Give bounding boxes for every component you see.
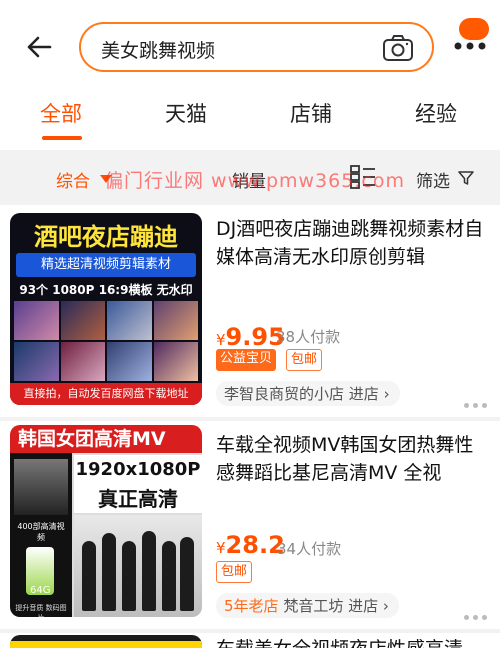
thumbnail-footer: 直接拍，自动发百度网盘下载地址 — [10, 383, 202, 405]
shop-name: 梵音工坊 — [283, 597, 344, 615]
watermark: 偏门行业网 www.pmw365.com — [104, 170, 405, 192]
thumbnail-hd-label: 真正高清 — [98, 487, 178, 511]
search-results-page: 美女跳舞视频 全部 天猫 店铺 经验 综合 销量 筛选 偏门行业网 www.pm… — [0, 0, 500, 648]
shop-link[interactable]: 李智良商贸的小店 进店 › — [216, 381, 400, 406]
tab-experience[interactable]: 经验 — [415, 98, 457, 128]
camera-icon[interactable] — [382, 34, 414, 62]
back-arrow-icon[interactable] — [22, 30, 56, 64]
product-price: ¥28.2 — [216, 531, 285, 559]
thumbnail-collage — [14, 301, 198, 381]
search-input[interactable]: 美女跳舞视频 — [79, 22, 434, 72]
thumbnail-banner — [10, 641, 202, 648]
active-tab-indicator — [42, 136, 82, 140]
more-options-icon[interactable] — [464, 605, 492, 620]
sort-comprehensive[interactable]: 综合 — [56, 167, 90, 192]
charity-tag: 公益宝贝 — [216, 349, 277, 371]
thumbnail-specs: 93个 1080P 16:9横板 无水印 — [19, 283, 193, 297]
shop-name: 李智良商贸的小店 — [224, 385, 345, 403]
free-shipping-tag: 包邮 — [216, 561, 253, 583]
product-thumbnail[interactable]: 酒吧夜店蹦迪 精选超清视频剪辑素材 93个 1080P 16:9横板 无水印 直… — [10, 213, 202, 405]
thumbnail-photo — [14, 459, 68, 515]
usb-capacity: 64G — [30, 585, 51, 596]
product-thumbnail[interactable]: 韩国女团高清MV 400部高清视频 64G 提升音质 数码图片 1920x108… — [10, 425, 202, 617]
product-title[interactable]: DJ酒吧夜店蹦迪跳舞视频素材自媒体高清无水印原创剪辑 — [216, 215, 492, 271]
product-thumbnail[interactable] — [10, 635, 202, 648]
thumbnail-subtitle: 精选超清视频剪辑素材 — [16, 253, 196, 277]
thumbnail-title: 酒吧夜店蹦迪 — [34, 223, 178, 251]
tab-shops[interactable]: 店铺 — [290, 98, 332, 128]
thumbnail-caption-bottom: 提升音质 数码图片 — [15, 604, 67, 617]
sold-count: 38人付款 — [276, 328, 341, 346]
filter-funnel-icon[interactable] — [458, 170, 474, 186]
tab-all[interactable]: 全部 — [40, 98, 82, 128]
product-card[interactable]: 韩国女团高清MV 400部高清视频 64G 提升音质 数码图片 1920x108… — [0, 421, 500, 629]
sold-count: 34人付款 — [277, 540, 342, 558]
product-card[interactable]: 车载美女全视频夜店性感高清 — [0, 633, 500, 648]
category-tabs: 全部 天猫 店铺 经验 — [0, 92, 500, 142]
enter-shop-label: 进店 — [348, 597, 379, 615]
search-query: 美女跳舞视频 — [101, 40, 216, 62]
filter-button[interactable]: 筛选 — [416, 167, 450, 192]
thumbnail-title: 韩国女团高清MV — [10, 425, 202, 453]
product-title[interactable]: 车载全视频MV韩国女团热舞性感舞蹈比基尼高清MV 全视 — [216, 431, 492, 487]
product-title[interactable]: 车载美女全视频夜店性感高清 — [216, 635, 492, 648]
more-icon[interactable] — [450, 36, 490, 56]
enter-shop-label: 进店 — [348, 385, 379, 403]
product-price: ¥9.95 — [216, 323, 285, 351]
chevron-right-icon: › — [382, 597, 389, 615]
thumbnail-left-panel: 400部高清视频 64G 提升音质 数码图片 — [10, 453, 72, 617]
thumbnail-dancers — [74, 515, 202, 617]
product-card[interactable]: 酒吧夜店蹦迪 精选超清视频剪辑素材 93个 1080P 16:9横板 无水印 直… — [0, 205, 500, 417]
shop-age-badge: 5年老店 — [224, 597, 279, 615]
chevron-right-icon: › — [383, 385, 390, 403]
free-shipping-tag: 包邮 — [286, 349, 323, 371]
more-options-icon[interactable] — [464, 393, 492, 408]
tab-tmall[interactable]: 天猫 — [165, 98, 207, 128]
thumbnail-resolution: 1920x1080P — [75, 459, 201, 480]
header: 美女跳舞视频 全部 天猫 店铺 经验 — [0, 0, 500, 150]
thumbnail-caption: 400部高清视频 — [17, 522, 65, 542]
shop-link[interactable]: 5年老店 梵音工坊 进店 › — [216, 593, 399, 618]
